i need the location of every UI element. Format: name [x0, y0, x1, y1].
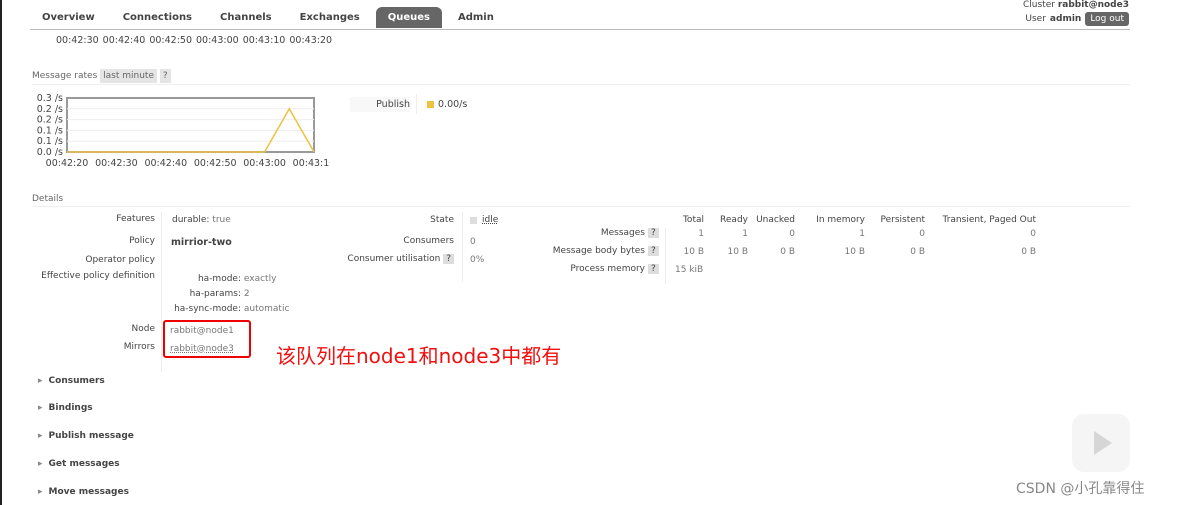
stats-header: Transient, Paged Out — [942, 215, 1036, 225]
mirrors-label: Mirrors — [123, 342, 155, 352]
consumer-util-label: Consumer utilisation ? — [300, 254, 454, 264]
stats-cell: 0 B — [1021, 247, 1036, 257]
divider — [462, 212, 463, 282]
tab-exchanges[interactable]: Exchanges — [288, 7, 372, 28]
stats-cell: 10 B — [683, 247, 705, 257]
consumers-value: 0 — [470, 237, 476, 247]
nav-divider — [30, 29, 1130, 30]
durable-feature: durable: true — [172, 215, 231, 225]
y-tick-label: 0.1 /s — [37, 136, 63, 147]
stats-row-label: Process memory — [570, 264, 645, 274]
message-rates-chart: 0.0 /s0.1 /s0.1 /s0.2 /s0.2 /s0.3 /s00:4… — [37, 93, 330, 169]
cluster-info: Cluster rabbit@node3 — [1022, 0, 1129, 10]
help-button[interactable]: ? — [648, 264, 659, 274]
stats-cell: 0 — [1030, 229, 1036, 239]
x-tick-label: 00:42:30 — [95, 158, 138, 169]
tab-overview[interactable]: Overview — [30, 7, 107, 28]
main-nav: Overview Connections Channels Exchanges … — [30, 7, 510, 28]
publish-swatch-icon — [427, 101, 434, 108]
x-tick-label: 00:42:20 — [46, 158, 89, 169]
divider — [32, 206, 1130, 207]
section-bindings[interactable]: Bindings — [38, 403, 93, 413]
stats-cell: 0 — [919, 229, 925, 239]
y-tick-label: 0.0 /s — [37, 147, 63, 158]
state-idle-icon — [470, 216, 477, 224]
user-info: User admin Log out — [1025, 12, 1129, 26]
util-value: 0% — [470, 255, 485, 265]
tab-admin[interactable]: Admin — [446, 7, 506, 28]
policy-link[interactable]: mirrior-two — [171, 237, 232, 248]
section-publish-message[interactable]: Publish message — [38, 431, 134, 441]
annotation-text: 该队列在node1和node3中都有 — [276, 344, 562, 368]
stats-row-label: Message body bytes — [552, 246, 645, 256]
divider — [32, 84, 1130, 85]
tab-queues[interactable]: Queues — [375, 7, 442, 28]
features-label: Features — [116, 214, 155, 224]
operator-policy-label: Operator policy — [85, 255, 155, 265]
stats-cell: 0 — [789, 229, 795, 239]
stats-cell: 1 — [698, 229, 704, 239]
stats-cell: 10 B — [844, 247, 866, 257]
section-move-messages[interactable]: Move messages — [38, 487, 129, 497]
stats-cell: 1 — [742, 229, 748, 239]
legend-publish: 0.00/s — [427, 99, 467, 110]
effective-policy-label: Effective policy definition — [41, 271, 155, 281]
state-label: State — [430, 215, 454, 225]
y-tick-label: 0.2 /s — [37, 104, 63, 115]
tab-channels[interactable]: Channels — [208, 7, 284, 28]
divider — [665, 228, 666, 284]
section-get-messages[interactable]: Get messages — [38, 459, 120, 469]
stats-header: Persistent — [880, 215, 925, 225]
stats-header: Total — [682, 215, 704, 225]
help-button[interactable]: ? — [159, 69, 171, 83]
legend-divider — [416, 94, 417, 114]
top-chart-ticks: 00:42:30 00:42:40 00:42:50 00:43:00 00:43:10… — [56, 35, 333, 46]
period-selector[interactable]: last minute — [100, 69, 157, 83]
stats-cell: 0 B — [910, 247, 925, 257]
effective-policy: ha-mode: exactly ha-params: 2 ha-sync-mo… — [174, 274, 290, 314]
plot-area — [66, 97, 315, 153]
help-button[interactable]: ? — [443, 254, 454, 264]
consumers-label: Consumers — [403, 236, 454, 246]
stats-row-label: Messages — [600, 228, 645, 238]
stats-cell: 15 kiB — [675, 265, 704, 275]
help-button[interactable]: ? — [648, 228, 659, 238]
logout-button[interactable]: Log out — [1085, 12, 1129, 26]
stats-cell: 10 B — [727, 247, 749, 257]
x-tick-label: 00:43:00 — [243, 158, 286, 169]
stats-cell: 0 B — [780, 247, 795, 257]
stats-header: Ready — [720, 215, 748, 225]
section-consumers[interactable]: Consumers — [38, 376, 105, 386]
x-tick-label: 00:42:40 — [144, 158, 187, 169]
stats-cell: 1 — [859, 229, 865, 239]
details-header: Details — [32, 194, 64, 204]
watermark: CSDN @小孔靠得住 — [1016, 481, 1145, 497]
help-button[interactable]: ? — [648, 246, 659, 256]
tab-connections[interactable]: Connections — [111, 7, 204, 28]
legend-publish-label: Publish — [350, 97, 410, 112]
highlight-box — [163, 320, 251, 358]
policy-label: Policy — [129, 236, 155, 246]
play-logo-icon — [1072, 414, 1130, 472]
node-label: Node — [131, 324, 156, 334]
state-value: idle — [470, 215, 498, 225]
stats-header: In memory — [816, 215, 865, 225]
y-tick-label: 0.2 /s — [37, 115, 63, 126]
stats-header: Unacked — [756, 215, 795, 225]
x-tick-label: 00:42:50 — [194, 158, 237, 169]
x-tick-label: 00:43:10 — [293, 158, 330, 169]
message-rates-header: Message rates last minute ? — [32, 69, 171, 83]
y-tick-label: 0.3 /s — [37, 93, 63, 104]
window-edge — [0, 0, 2, 505]
y-tick-label: 0.1 /s — [37, 125, 63, 136]
